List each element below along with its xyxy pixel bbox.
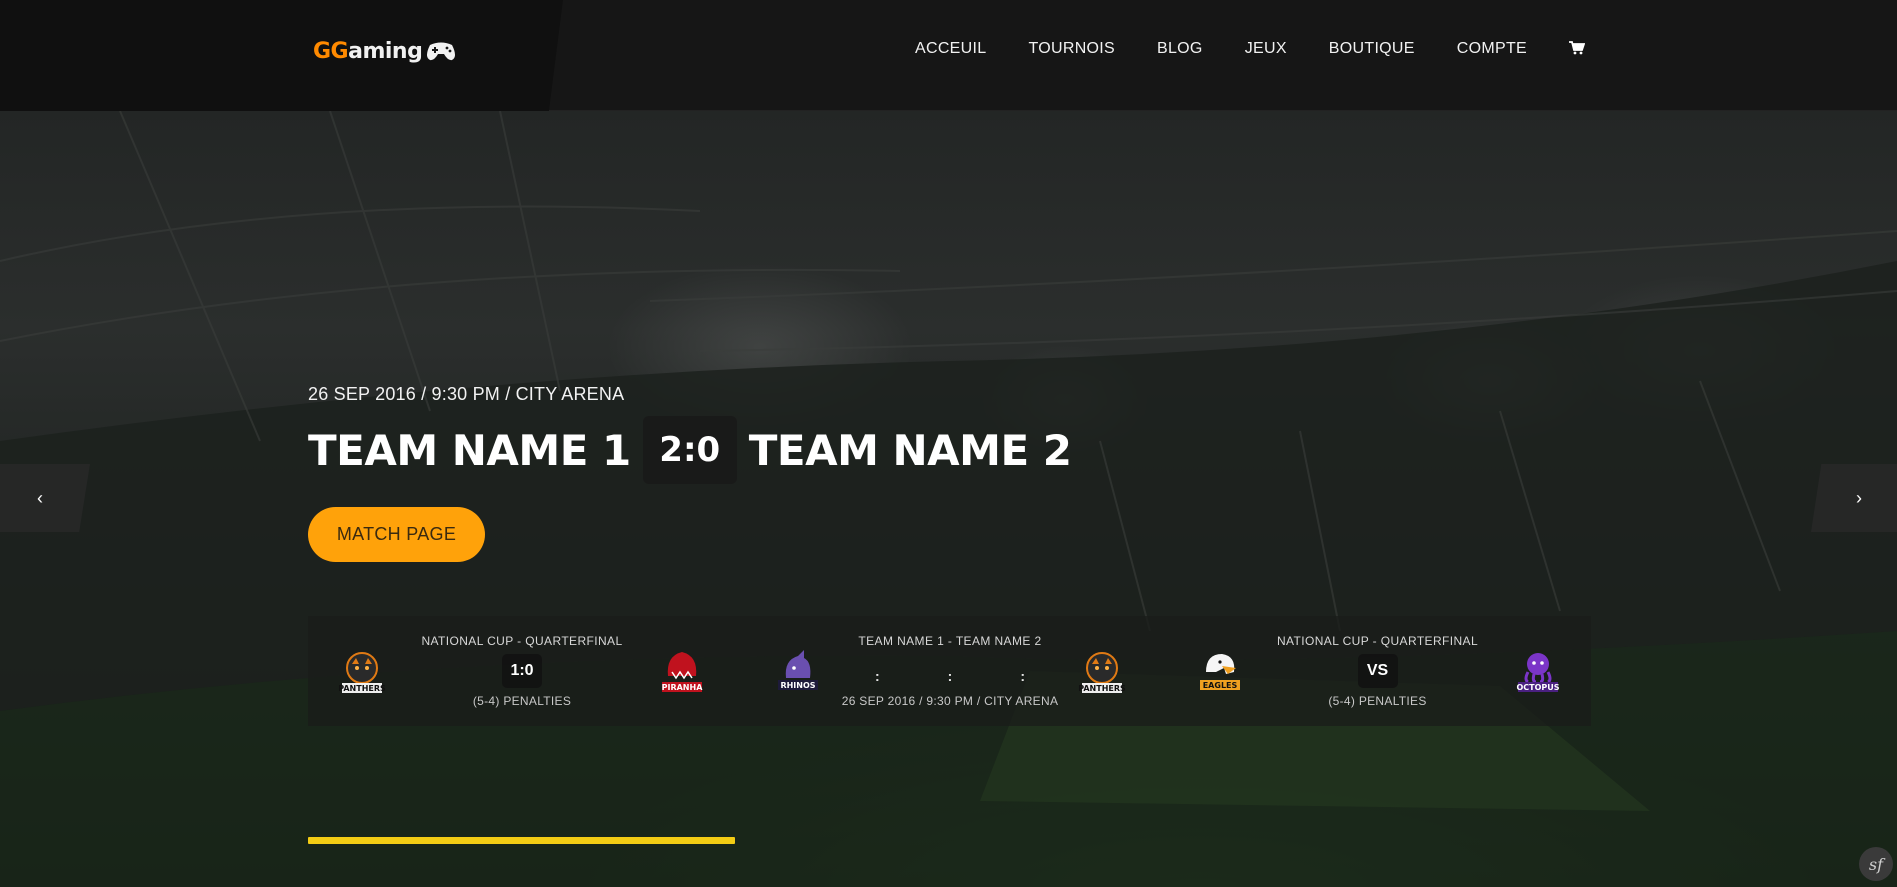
stadium-background <box>0 111 1897 887</box>
team-1-name: TEAM NAME 1 <box>308 425 631 475</box>
fixture-card[interactable]: EAGLES NATIONAL CUP - QUARTERFINAL VS (5… <box>1164 616 1591 726</box>
nav-item-boutique[interactable]: BOUTIQUE <box>1329 40 1415 58</box>
nav-item-compte[interactable]: COMPTE <box>1457 40 1527 58</box>
matches-ticker: PANTHERS NATIONAL CUP - QUARTERFINAL 1:0… <box>308 616 1591 726</box>
ticker-progress-bar <box>308 837 736 844</box>
eagles-logo-icon: EAGLES <box>1200 654 1240 690</box>
svg-text:PANTHERS: PANTHERS <box>338 684 386 693</box>
shopping-cart-icon[interactable] <box>1569 41 1587 55</box>
slider-next-arrow[interactable]: › <box>1811 464 1897 532</box>
nav-item-tournois[interactable]: TOURNOIS <box>1028 40 1115 58</box>
match-info: 26 SEP 2016 / 9:30 PM / CITY ARENA <box>308 384 625 404</box>
match-page-button[interactable]: MATCH PAGE <box>308 507 485 562</box>
fixture-score: 1:0 <box>502 654 542 688</box>
svg-text:OCTOPUS: OCTOPUS <box>1516 683 1559 692</box>
panthers-logo-icon: PANTHERS <box>1078 652 1126 693</box>
main-nav: ACCEUIL TOURNOIS BLOG JEUX BOUTIQUE COMP… <box>915 40 1587 58</box>
countdown-separator: : <box>947 668 953 684</box>
site-logo[interactable]: GG aming <box>313 36 458 66</box>
svg-text:PANTHERS: PANTHERS <box>1078 684 1126 693</box>
svg-text:PIRANHA: PIRANHA <box>662 683 704 692</box>
fixture-card[interactable]: RHINOS TEAM NAME 1 - TEAM NAME 2 : : : 2… <box>736 616 1164 726</box>
logo-aming-text: aming <box>348 38 423 64</box>
symfony-toolbar-icon[interactable]: sf <box>1859 847 1893 881</box>
nav-item-blog[interactable]: BLOG <box>1157 40 1203 58</box>
fixture-title: NATIONAL CUP - QUARTERFINAL <box>421 634 623 648</box>
svg-text:RHINOS: RHINOS <box>780 681 815 690</box>
fixture-title: NATIONAL CUP - QUARTERFINAL <box>1276 634 1479 648</box>
fixture-versus: VS <box>1357 654 1398 688</box>
slider-prev-arrow[interactable]: ‹ <box>0 464 90 532</box>
header-logo-panel <box>0 0 563 111</box>
countdown-separator: : <box>1020 668 1025 684</box>
match-headline: TEAM NAME 1 2:0 TEAM NAME 2 <box>308 416 1072 484</box>
panthers-logo-icon: PANTHERS <box>338 652 386 693</box>
nav-item-jeux[interactable]: JEUX <box>1245 40 1287 58</box>
site-header: GG aming ACCEUIL TOURNOIS BLOG JEUX BOUTI… <box>0 0 1897 111</box>
octopus-logo-icon: OCTOPUS <box>1516 653 1560 692</box>
countdown-separator: : <box>875 668 880 684</box>
match-score: 2:0 <box>642 416 737 484</box>
fixture-title: TEAM NAME 1 - TEAM NAME 2 <box>858 634 1042 648</box>
team-2-name: TEAM NAME 2 <box>748 425 1072 475</box>
fixture-countdown: : : : <box>875 668 1025 684</box>
logo-gg-text: GG <box>313 38 349 64</box>
svg-text:EAGLES: EAGLES <box>1203 681 1238 690</box>
nav-item-accueil[interactable]: ACCEUIL <box>915 40 986 58</box>
fixture-card[interactable]: PANTHERS NATIONAL CUP - QUARTERFINAL 1:0… <box>308 616 736 726</box>
gamepad-icon <box>427 42 456 61</box>
piranha-logo-icon: PIRANHA <box>662 652 704 692</box>
hero-slider: 26 SEP 2016 / 9:30 PM / CITY ARENA TEAM … <box>0 111 1897 887</box>
rhinos-logo-icon: RHINOS <box>778 650 818 690</box>
